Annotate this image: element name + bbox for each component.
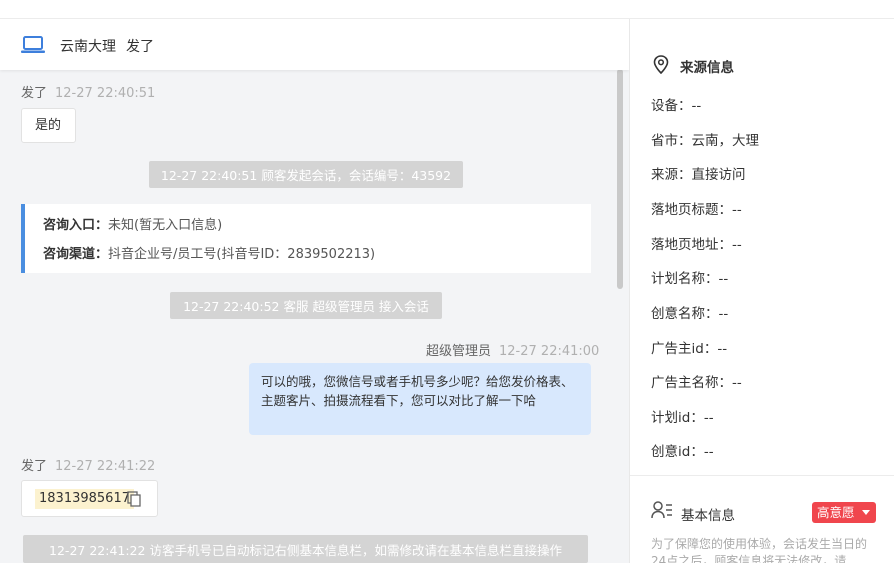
field-device: 设备：-- xyxy=(651,98,702,114)
visitor-location: 云南大理 xyxy=(60,39,116,55)
location-pin-icon xyxy=(653,55,669,74)
sender-name: 发了 xyxy=(21,459,48,474)
field-landing-url: 落地页地址：-- xyxy=(651,237,742,253)
field-creative-name: 创意名称：-- xyxy=(651,306,729,322)
intent-tag-label: 高意愿 xyxy=(817,505,855,520)
chat-header: 云南大理 发了 xyxy=(0,19,629,70)
consult-channel-label: 咨询渠道： xyxy=(43,247,109,262)
laptop-icon xyxy=(21,36,45,53)
phone-message-bubble: 18313985617 xyxy=(21,480,158,517)
system-message: 12-27 22:40:51 顾客发起会话，会话编号：43592 xyxy=(149,161,463,188)
field-creative-id: 创意id：-- xyxy=(651,444,714,460)
basic-info-title: 基本信息 xyxy=(681,508,735,524)
field-source: 来源：直接访问 xyxy=(651,167,746,183)
message-meta: 超级管理员 12-27 22:41:00 xyxy=(426,340,599,359)
section-divider xyxy=(630,475,894,476)
source-info-title: 来源信息 xyxy=(680,60,734,76)
top-bar xyxy=(0,0,894,19)
field-advertiser-id: 广告主id：-- xyxy=(651,341,728,357)
caret-down-icon xyxy=(862,510,870,515)
chat-panel: 云南大理 发了 发了 12-27 22:40:51 是的 12-27 22:40:5… xyxy=(0,19,629,563)
person-list-icon xyxy=(651,501,672,519)
field-plan-id: 计划id：-- xyxy=(651,410,714,426)
visitor-name: 发了 xyxy=(126,39,154,55)
copy-icon[interactable] xyxy=(127,491,141,507)
field-plan-name: 计划名称：-- xyxy=(651,271,729,287)
system-message: 12-27 22:40:52 客服 超级管理员 接入会话 xyxy=(170,292,442,319)
field-landing-title: 落地页标题：-- xyxy=(651,202,742,218)
basic-info-note: 为了保障您的使用体验，会话发生当日的24点之后，顾客信息将无法修改，请 xyxy=(651,537,868,563)
consult-channel-row: 咨询渠道：抖音企业号/员工号(抖音号ID：2839502213) xyxy=(43,245,573,265)
chat-scrollbar[interactable] xyxy=(617,69,623,289)
message-meta: 发了 12-27 22:41:22 xyxy=(21,455,155,474)
intent-tag-dropdown[interactable]: 高意愿 xyxy=(812,502,876,523)
info-sidebar: 来源信息 设备：-- 省市：云南，大理 来源：直接访问 落地页标题：-- 落地页… xyxy=(629,19,894,563)
sender-name: 超级管理员 xyxy=(426,344,492,359)
message-time: 12-27 22:41:22 xyxy=(55,459,156,474)
consult-entry-value: 未知(暂无入口信息) xyxy=(108,218,223,233)
message-time: 12-27 22:40:51 xyxy=(55,86,156,101)
consult-entry-row: 咨询入口：未知(暂无入口信息) xyxy=(43,216,573,236)
message-meta: 发了 12-27 22:40:51 xyxy=(21,82,155,101)
sender-name: 发了 xyxy=(21,86,48,101)
consult-entry-label: 咨询入口： xyxy=(43,218,109,233)
consult-info-card: 咨询入口：未知(暂无入口信息) 咨询渠道：抖音企业号/员工号(抖音号ID：283… xyxy=(21,204,591,273)
agent-message-bubble: 可以的哦，您微信号或者手机号多少呢？给您发价格表、主题客片、拍摄流程看下，您可以… xyxy=(249,363,591,435)
field-advertiser-name: 广告主名称：-- xyxy=(651,375,742,391)
field-province-city: 省市：云南，大理 xyxy=(651,133,759,149)
system-message: 12-27 22:41:22 访客手机号已自动标记右侧基本信息栏，如需修改请在基… xyxy=(23,535,588,563)
message-bubble: 是的 xyxy=(21,108,76,143)
phone-number[interactable]: 18313985617 xyxy=(35,489,134,509)
chat-title: 云南大理 发了 xyxy=(60,36,164,56)
message-time: 12-27 22:41:00 xyxy=(499,344,600,359)
consult-channel-value: 抖音企业号/员工号(抖音号ID：2839502213) xyxy=(108,247,376,262)
